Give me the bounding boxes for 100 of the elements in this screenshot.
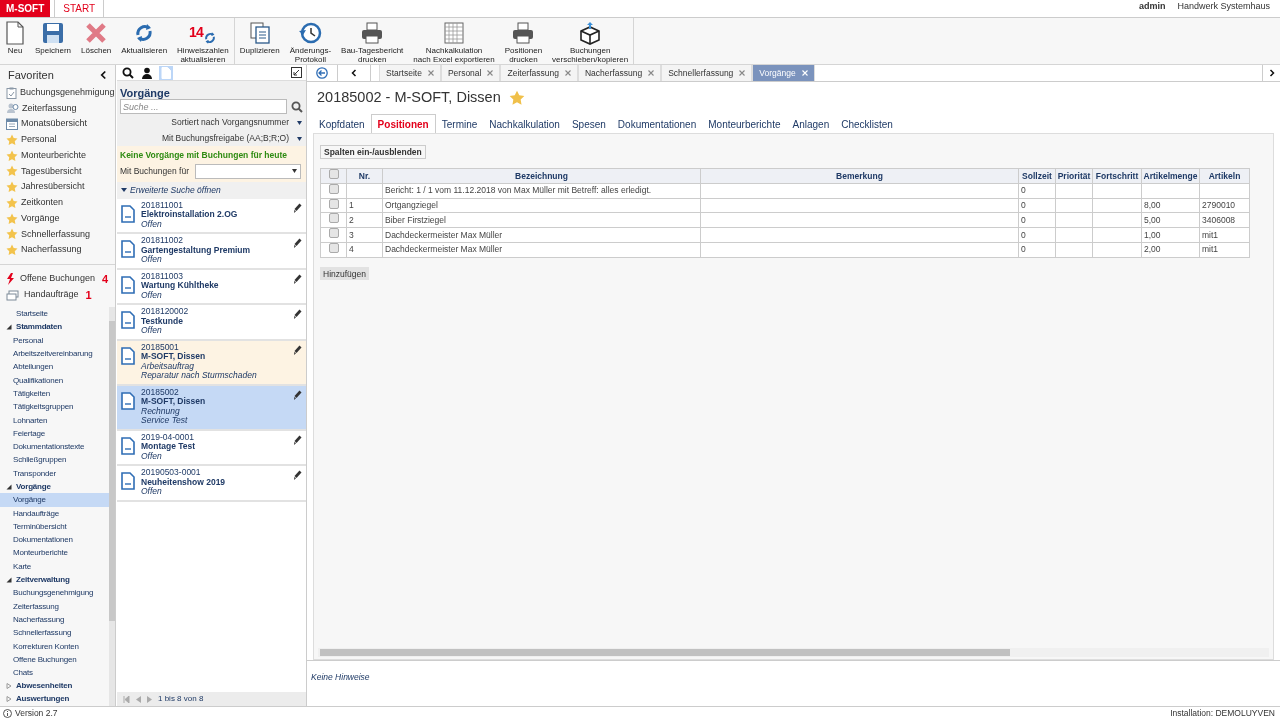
nav-item[interactable]: Tätigkeiten [0,386,109,401]
content-tab[interactable]: Dokumentationen [611,114,703,134]
search-field[interactable]: Suche ... [120,99,287,114]
document-icon [121,391,135,410]
record-title: Gartengestaltung Premium [141,245,251,256]
checkbox[interactable] [328,183,339,194]
document-tab[interactable]: Nacherfassung [577,65,662,81]
alert-item[interactable]: Offene Buchungen 4 [0,271,115,288]
table-cell: 0 [1021,185,1026,196]
nav-item[interactable]: Nacherfassung [0,612,109,627]
nav-item[interactable]: Schnellerfassung [0,626,109,640]
mode-button[interactable] [121,65,135,80]
nav-item[interactable]: Korrekturen Konten [0,639,109,653]
toolbar-button[interactable]: Aktualisieren [120,21,169,55]
nav-item[interactable]: Chats [0,666,109,680]
scroll-left-button[interactable] [337,65,371,81]
nav-item[interactable]: Buchungsgenehmigung [0,586,109,600]
table-cell: 3406008 [1202,214,1236,225]
content-tab[interactable]: Nachkalkulation [483,114,566,134]
nav-item[interactable]: Tätigkeitsgruppen [0,400,109,414]
toolbar-button[interactable]: Speichern [34,21,73,55]
nav-item[interactable]: Lohnarten [0,413,109,427]
toolbar-button[interactable]: Buchungen verschieben/kopieren [551,21,630,64]
column-header: Sollzeit [1018,168,1056,184]
nav-item[interactable]: Monteurberichte [0,546,109,560]
favorite-item[interactable]: Buchungsgenehmigung [0,84,115,101]
nav-item[interactable]: Feiertage [0,426,109,441]
checkbox[interactable] [328,169,339,179]
toolbar-button[interactable]: Änderungs- Protokoll [288,21,333,64]
content-tab[interactable]: Spesen [565,114,612,134]
content-tab[interactable]: Anlagen [786,114,836,134]
sort-dropdown[interactable]: Mit Buchungsfreigabe (AA;B;R;O) [161,132,289,145]
nav-item[interactable]: Dokumentationstexte [0,440,109,454]
columns-button[interactable]: Spalten ein-/ausblenden [320,145,426,159]
nav-item[interactable]: Arbeitszeitvereinbarung [0,347,109,361]
favorite-item[interactable]: Zeitkonten [0,195,115,211]
date-dropdown[interactable] [195,163,301,179]
favorite-item[interactable]: Personal [0,132,115,148]
nav-item[interactable]: Personal [0,333,109,347]
nav-group[interactable]: Vorgänge [16,480,51,493]
favorite-item[interactable]: Jahresübersicht [0,179,115,196]
toolbar-button[interactable]: Neu [4,21,26,55]
favorite-item[interactable]: Tagesübersicht [0,163,115,180]
record-card[interactable]: 2018120002 Testkunde Offen [117,305,306,341]
nav-item[interactable]: Karte [0,559,109,574]
toolbar-button[interactable]: Bau-Tagesbericht drucken [340,21,405,64]
nav-group[interactable]: Abwesenheiten [16,680,73,693]
nav-item[interactable]: Startseite [0,307,109,321]
nav-group[interactable]: Auswertungen [16,693,70,706]
document-tab[interactable]: Startseite [379,65,441,81]
record-card[interactable]: 20185002 M-SOFT, Dissen Rechnung Service Test [117,385,306,431]
sort-dropdown[interactable]: Sortiert nach Vorgangsnummer [171,116,289,129]
toolbar-button[interactable]: Nachkalkulation nach Excel exportieren [412,21,496,64]
alert-item[interactable]: Handaufträge 1 [0,287,115,304]
toolbar-button[interactable]: Löschen [80,21,113,55]
document-tab[interactable]: Zeiterfassung [500,65,578,81]
checkbox[interactable] [328,213,339,224]
nav-item[interactable]: Transponder [0,466,109,480]
favorite-item[interactable]: Schnellerfassung [0,226,115,243]
toolbar-button[interactable]: 14 Hinweiszahlen aktualisieren [176,21,230,64]
record-title: Montage Test [141,442,196,452]
nav-group[interactable]: Zeitverwaltung [16,573,70,586]
checkbox[interactable] [328,198,339,209]
expand-link[interactable]: Erweiterte Suche öffnen [130,183,221,197]
favorite-item[interactable]: Zeiterfassung [0,100,115,117]
nav-item[interactable]: Offene Buchungen [0,652,109,667]
nav-item[interactable]: Dokumentationen [0,533,109,547]
nav-item[interactable]: Vorgänge [0,493,109,507]
record-card[interactable]: 201811002 Gartengestaltung Premium Offen [117,234,306,270]
scrollbar[interactable] [109,307,115,706]
content-tab[interactable]: Positionen [370,114,436,134]
nav-item[interactable]: Terminübersicht [0,519,109,534]
content-tab[interactable]: Monteurberichte [702,114,787,134]
nav-group[interactable]: Stammdaten [16,321,62,334]
add-button[interactable]: Hinzufügen [320,267,369,281]
toolbar-button[interactable]: Positionen drucken [503,21,544,64]
content-tab[interactable]: Checklisten [835,114,899,134]
ribbon-tab[interactable]: START [54,0,105,17]
record-card[interactable]: 20185001 M-SOFT, Dissen Arbeitsauftrag Reparatur nach Sturmschaden [117,340,306,386]
printer-icon [512,22,535,44]
horizontal-scrollbar[interactable] [318,648,1269,657]
record-card[interactable]: 20190503-0001 Neuheitenshow 2019 Offen [117,466,306,502]
collapse-icon [100,69,107,80]
favorite-item[interactable]: Vorgänge [0,210,115,227]
favorite-item[interactable]: Monteurberichte [0,147,115,164]
nav-item[interactable]: Zeiterfassung [0,599,109,613]
content-tab[interactable]: Termine [435,114,484,134]
nav-item[interactable]: Abteilungen [0,360,109,374]
toolbar-button[interactable]: Duplizieren [238,21,281,55]
nav-item[interactable]: Handaufträge [0,506,109,520]
favorite-item[interactable]: Nacherfassung [0,242,115,259]
document-tab[interactable]: Schnellerfassung [661,65,753,81]
mode-button[interactable] [140,65,154,80]
document-tab[interactable]: Personal [440,65,501,81]
nav-item[interactable]: Qualifikationen [0,373,109,387]
checkbox[interactable] [328,242,339,253]
checkbox[interactable] [328,228,339,238]
content-tab[interactable]: Kopfdaten [313,114,371,134]
favorite-item[interactable]: Monatsübersicht [0,116,115,132]
nav-item[interactable]: Schließgruppen [0,453,109,467]
